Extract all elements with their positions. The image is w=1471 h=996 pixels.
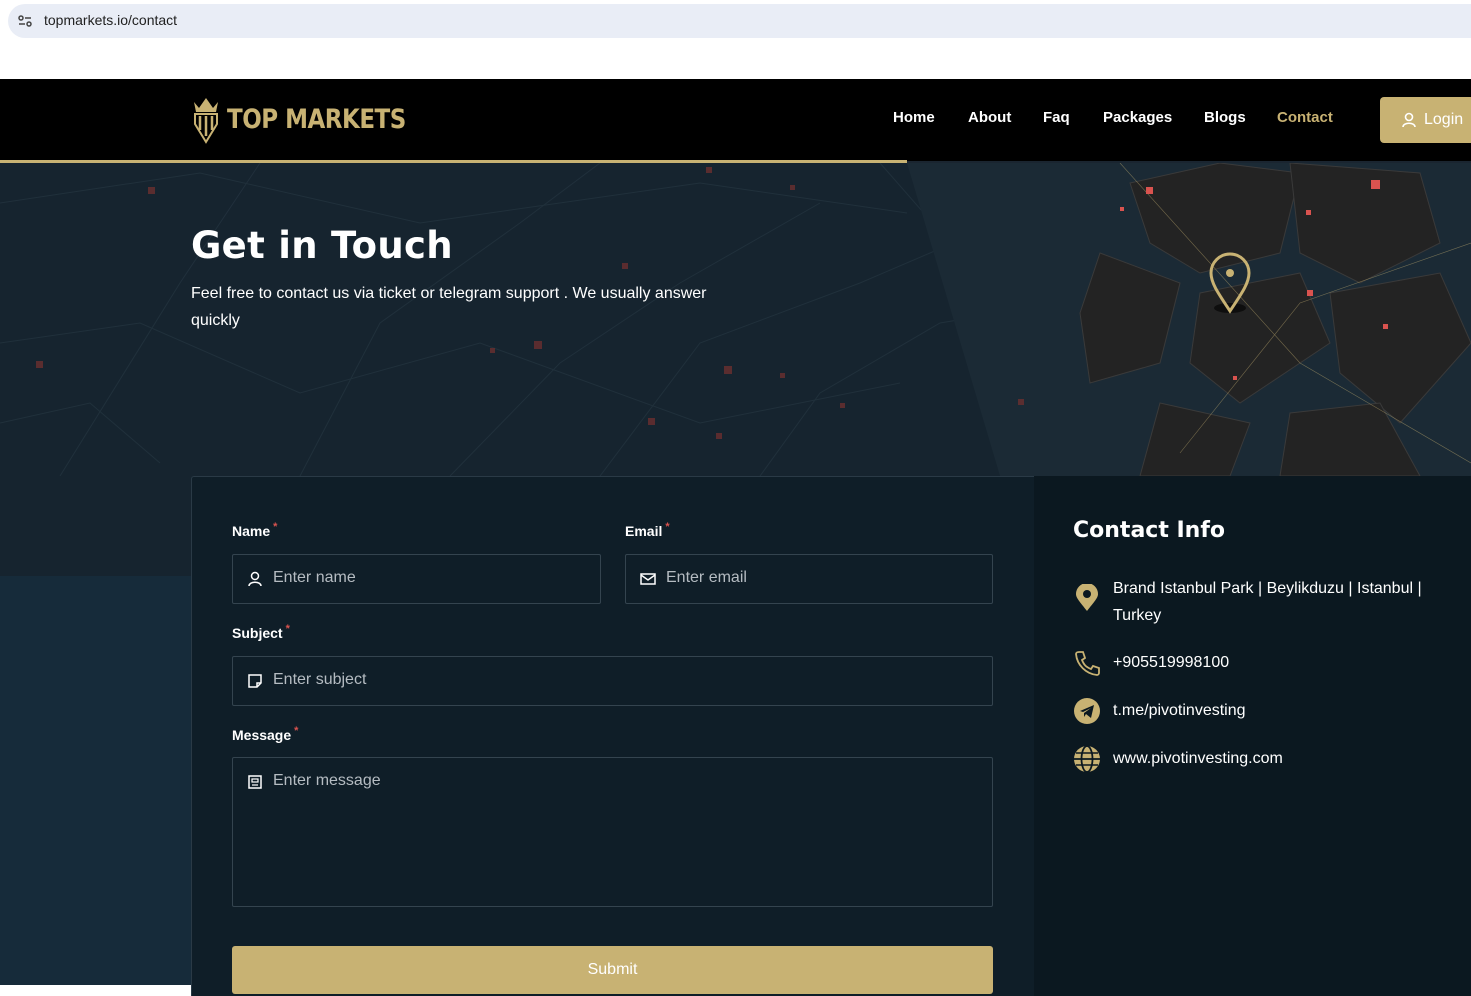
email-input[interactable]: Enter email — [625, 554, 993, 604]
address-bar[interactable]: topmarkets.io/contact — [8, 4, 1471, 38]
contact-phone[interactable]: +905519998100 — [1073, 649, 1453, 677]
contact-info-card — [1034, 476, 1471, 996]
page-title: Get in Touch — [191, 224, 453, 267]
user-icon — [248, 571, 262, 587]
user-icon — [1402, 112, 1416, 128]
website-text: www.pivotinvesting.com — [1113, 750, 1283, 767]
nav-packages[interactable]: Packages — [1103, 109, 1172, 126]
message-placeholder: Enter message — [273, 772, 381, 789]
globe-icon — [1074, 745, 1100, 773]
url-text[interactable]: topmarkets.io/contact — [44, 12, 177, 28]
name-label: Name * — [232, 521, 278, 539]
mail-icon — [640, 573, 656, 585]
name-placeholder: Enter name — [273, 569, 356, 586]
contact-address: Brand Istanbul Park | Beylikduzu | Istan… — [1073, 575, 1453, 629]
note-icon — [248, 674, 262, 688]
email-label: Email * — [625, 521, 670, 539]
subject-label: Subject * — [232, 623, 290, 641]
phone-text: +905519998100 — [1113, 654, 1230, 671]
subject-input[interactable]: Enter subject — [232, 656, 993, 706]
contact-info-title: Contact Info — [1073, 518, 1226, 543]
subject-placeholder: Enter subject — [273, 671, 367, 688]
telegram-icon — [1074, 698, 1100, 724]
telegram-text: t.me/pivotinvesting — [1113, 702, 1246, 719]
nav-blogs[interactable]: Blogs — [1204, 109, 1246, 126]
browser-bar: topmarkets.io/contact — [0, 0, 1471, 79]
submit-button[interactable]: Submit — [232, 946, 993, 994]
location-pin-icon — [1076, 584, 1098, 611]
email-placeholder: Enter email — [666, 569, 747, 586]
contact-website[interactable]: www.pivotinvesting.com — [1073, 745, 1453, 773]
name-input[interactable]: Enter name — [232, 554, 601, 604]
login-label: Login — [1424, 111, 1464, 128]
contact-telegram[interactable]: t.me/pivotinvesting — [1073, 697, 1453, 725]
main-nav: Home About Faq Packages Blogs Contact — [0, 109, 1471, 129]
page-subtitle: Feel free to contact us via ticket or te… — [191, 285, 707, 329]
message-label: Message * — [232, 725, 299, 743]
login-button[interactable]: Login — [1380, 97, 1471, 143]
nav-home[interactable]: Home — [893, 109, 935, 126]
nav-contact[interactable]: Contact — [1277, 109, 1333, 126]
message-icon — [248, 775, 262, 789]
site-info-icon[interactable] — [17, 13, 33, 29]
message-textarea[interactable]: Enter message — [232, 757, 993, 907]
phone-icon — [1075, 651, 1100, 676]
nav-faq[interactable]: Faq — [1043, 109, 1070, 126]
nav-about[interactable]: About — [968, 109, 1011, 126]
address-text: Brand Istanbul Park | Beylikduzu | Istan… — [1113, 580, 1422, 624]
